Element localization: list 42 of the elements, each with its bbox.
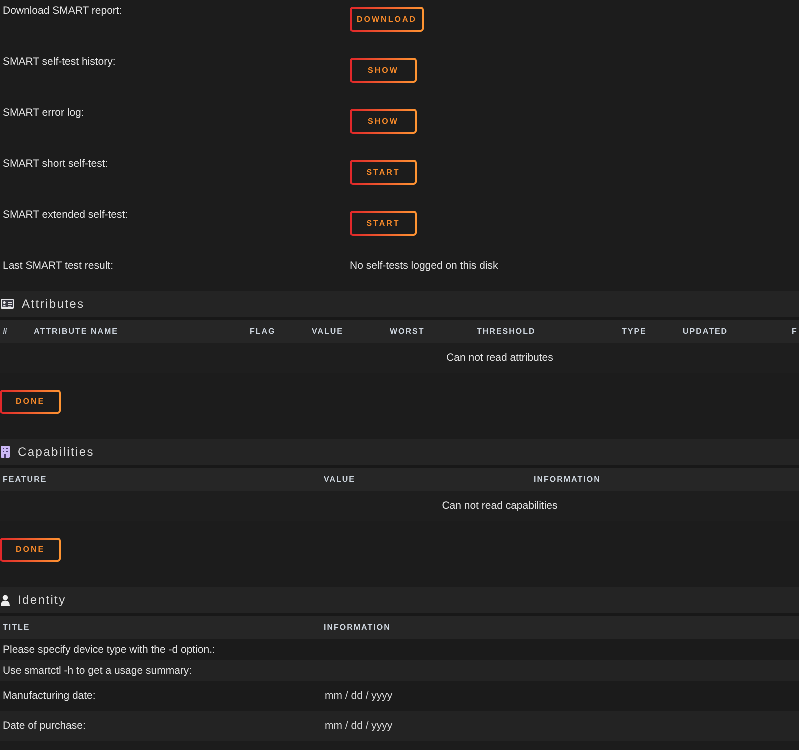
setting-label: SMART extended self-test: [3, 208, 128, 222]
column-header: VALUE [324, 476, 357, 484]
action-button[interactable]: START [350, 211, 417, 236]
action-button[interactable]: DOWNLOAD [350, 7, 424, 32]
setting-label: Last SMART test result: [3, 259, 114, 273]
table-cell-text: Please specify device type with the -d option.: [3, 642, 216, 656]
table-cell-text: Date of purchase: [3, 719, 87, 733]
section-title: Attributes [22, 298, 85, 310]
column-header: FEATURE [3, 476, 48, 484]
setting-label: SMART error log: [3, 106, 84, 120]
empty-message: Can not read attributes [446, 352, 554, 364]
id-card-icon [1, 299, 14, 309]
column-header: TYPE [622, 328, 648, 336]
setting-label: SMART short self-test: [3, 157, 108, 171]
column-header: INFORMATION [324, 624, 392, 632]
column-header: INFORMATION [534, 476, 602, 484]
column-header: VALUE [312, 328, 345, 336]
section-title: Identity [18, 594, 66, 606]
setting-label: SMART self-test history: [3, 55, 116, 69]
action-button[interactable]: START [350, 160, 417, 185]
section-title: Capabilities [18, 446, 94, 458]
setting-label: Download SMART report: [3, 4, 122, 18]
column-header: UPDATED [683, 328, 730, 336]
done-button[interactable]: DONE [0, 538, 61, 562]
column-header: F [792, 328, 799, 336]
column-header: TITLE [3, 624, 32, 632]
empty-message: Can not read capabilities [442, 500, 558, 512]
column-header: FLAG [250, 328, 277, 336]
table-cell-text: Manufacturing date: [3, 689, 97, 703]
column-header: ATTRIBUTE NAME [34, 328, 120, 336]
action-button[interactable]: SHOW [350, 109, 417, 134]
action-button[interactable]: SHOW [350, 58, 417, 83]
date-field[interactable]: mm / dd / yyyy [324, 688, 414, 704]
result-text: No self-tests logged on this disk [350, 259, 498, 273]
building-icon [1, 446, 10, 458]
table-cell-text: Use smartctl -h to get a usage summary: [3, 664, 194, 678]
column-header: # [3, 328, 10, 336]
column-header: WORST [390, 328, 426, 336]
done-button[interactable]: DONE [0, 390, 61, 414]
date-field[interactable]: mm / dd / yyyy [324, 718, 414, 734]
user-icon [1, 594, 10, 606]
column-header: THRESHOLD [477, 328, 537, 336]
